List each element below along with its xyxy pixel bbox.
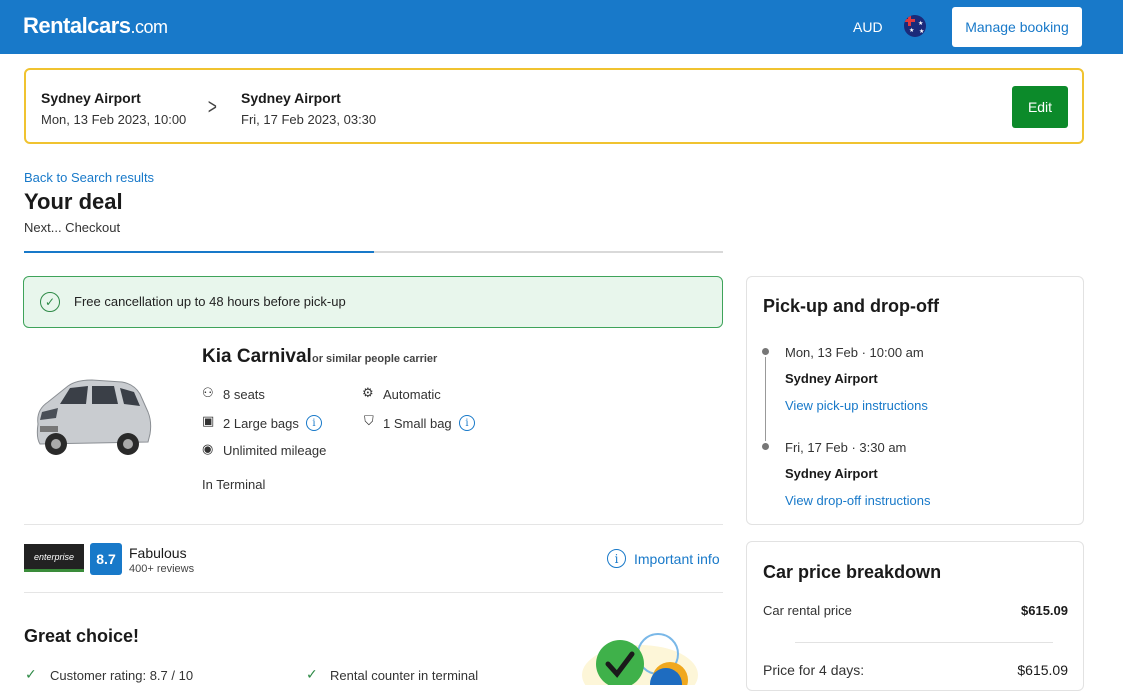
timeline-dot <box>762 348 769 355</box>
logo-suffix: .com <box>130 17 169 37</box>
flag-star: ★ <box>918 21 924 27</box>
back-to-search-link[interactable]: Back to Search results <box>24 170 154 185</box>
car-similar-label: or similar people carrier <box>312 353 438 365</box>
rental-price-value: $615.09 <box>1021 603 1068 618</box>
pickup-date: Mon, 13 Feb · 10:00 am <box>785 345 924 360</box>
large-bags-spec: 2 Large bags <box>223 416 299 431</box>
page-title: Your deal <box>24 189 123 214</box>
price-separator <box>795 642 1053 643</box>
great-choice-illustration <box>582 633 698 685</box>
australia-flag-icon[interactable]: ★ ★ ★ <box>904 15 926 37</box>
large-bags-info-icon[interactable]: i <box>306 415 322 431</box>
seats-spec: 8 seats <box>223 387 265 402</box>
dropoff-datetime: Fri, 17 Feb 2023, 03:30 <box>241 112 377 127</box>
chevron-right-icon: > <box>207 94 217 119</box>
supplier-logo: enterprise <box>24 544 84 572</box>
days-price-value: $615.09 <box>1017 662 1068 678</box>
price-breakdown-title: Car price breakdown <box>763 562 942 582</box>
pickup-location: Sydney Airport <box>41 90 141 106</box>
car-image <box>36 379 152 455</box>
small-bag-info-icon[interactable]: i <box>459 415 475 431</box>
search-summary: Sydney Airport Mon, 13 Feb 2023, 10:00 >… <box>24 68 1084 144</box>
rentalcars-logo[interactable]: Rentalcars.com <box>23 13 168 39</box>
highlight-item: Customer rating: 8.7 / 10 <box>50 668 194 683</box>
dropoff-date: Fri, 17 Feb · 3:30 am <box>785 440 907 455</box>
progress-fill <box>24 251 374 253</box>
review-count: 400+ reviews <box>129 563 195 575</box>
rating-badge: 8.7 <box>90 543 122 575</box>
section-divider <box>24 524 723 525</box>
great-choice-title: Great choice! <box>24 626 140 646</box>
pickup-location-name: Sydney Airport <box>785 371 878 386</box>
pickup-dropoff-card: Pick-up and drop-off Mon, 13 Feb · 10:00… <box>746 276 1084 525</box>
person-icon: ⚇ <box>202 385 214 400</box>
check-circle-icon: ✓ <box>40 292 60 312</box>
next-step-label: Next... Checkout <box>24 220 121 235</box>
mileage-icon: ◉ <box>202 441 214 456</box>
dropoff-instructions-link[interactable]: View drop-off instructions <box>785 493 930 508</box>
important-info-icon[interactable]: i <box>607 549 626 568</box>
mileage-spec: Unlimited mileage <box>223 443 327 458</box>
logo-main: Rentalcars <box>23 13 131 38</box>
pickup-datetime: Mon, 13 Feb 2023, 10:00 <box>41 112 187 127</box>
manage-booking-button[interactable]: Manage booking <box>952 7 1082 47</box>
union-jack-canton <box>904 15 915 26</box>
edit-search-button[interactable]: Edit <box>1012 86 1068 128</box>
price-breakdown-card: Car price breakdown Car rental price $61… <box>746 541 1084 691</box>
check-icon: ✓ <box>25 666 37 682</box>
car-name: Kia Carnival <box>202 346 312 367</box>
section-divider <box>24 592 723 593</box>
rental-price-label: Car rental price <box>763 603 852 618</box>
suitcase-icon: ▣ <box>202 413 215 428</box>
highlight-item: Rental counter in terminal <box>330 668 479 683</box>
location-type: In Terminal <box>202 477 266 492</box>
timeline-dot <box>762 443 769 450</box>
transmission-spec: Automatic <box>383 387 441 402</box>
timeline-line <box>765 357 766 441</box>
pickup-instructions-link[interactable]: View pick-up instructions <box>785 398 928 413</box>
gearbox-icon: ⚙ <box>362 385 374 400</box>
top-header: Rentalcars.com AUD ★ ★ ★ Manage booking <box>0 0 1123 54</box>
free-cancellation-banner: ✓ Free cancellation up to 48 hours befor… <box>23 276 723 328</box>
rating-word: Fabulous <box>129 545 187 561</box>
free-cancellation-text: Free cancellation up to 48 hours before … <box>74 294 346 309</box>
small-bag-icon: ⛉ <box>364 413 374 428</box>
days-price-label: Price for 4 days: <box>763 662 865 678</box>
dropoff-location-name: Sydney Airport <box>785 466 878 481</box>
check-icon: ✓ <box>306 666 318 682</box>
currency-selector[interactable]: AUD <box>853 19 883 35</box>
important-info-link[interactable]: Important info <box>634 551 720 567</box>
progress-bar <box>24 251 723 253</box>
dropoff-location: Sydney Airport <box>241 90 341 106</box>
flag-star: ★ <box>909 28 915 34</box>
pickup-dropoff-title: Pick-up and drop-off <box>763 296 939 316</box>
flag-star: ★ <box>919 29 925 35</box>
small-bag-spec: 1 Small bag <box>383 416 452 431</box>
